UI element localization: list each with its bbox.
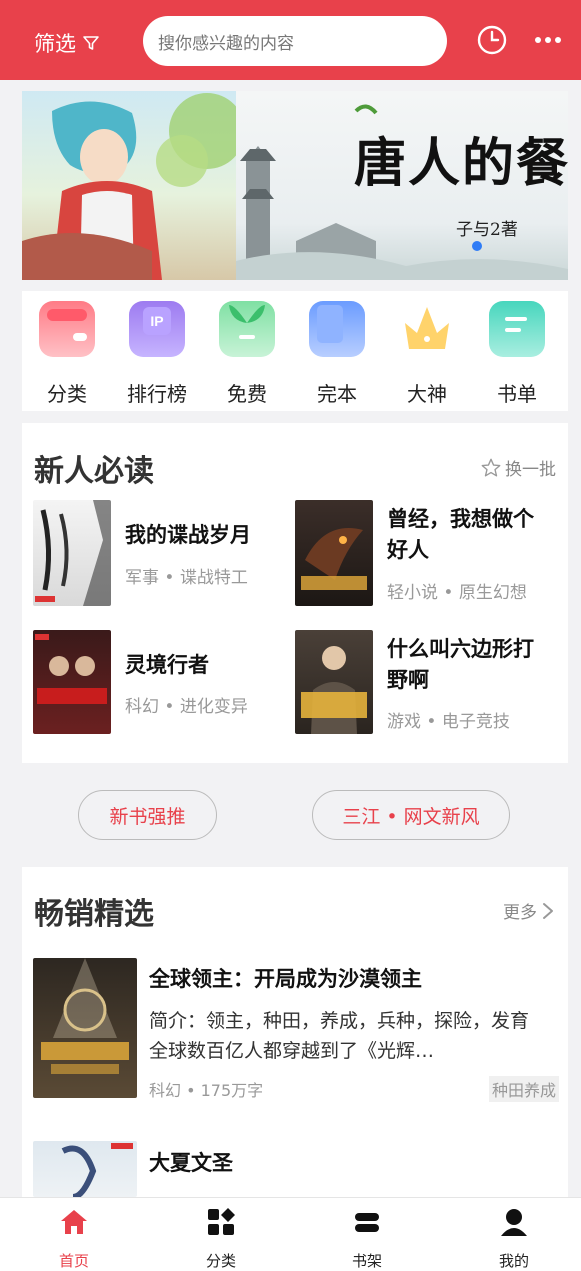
tab-label: 首页 xyxy=(58,1252,89,1270)
category-entry-ranking[interactable]: IP 排行榜 xyxy=(112,301,202,407)
bookshelf-icon xyxy=(355,1213,379,1232)
more-label: 更多 xyxy=(503,903,537,923)
book-meta: 军事 • 谍战特工 xyxy=(125,568,248,588)
book-cover xyxy=(33,958,137,1098)
ranking-label: 排行榜 xyxy=(127,382,187,406)
banner-illustration-character xyxy=(22,91,245,280)
new-book-push-button[interactable]: 新书强推 xyxy=(78,790,217,840)
tab-label: 分类 xyxy=(205,1252,236,1270)
star-outline-icon xyxy=(481,458,501,476)
book-cover xyxy=(33,1141,137,1197)
newbie-section: 新人必读 换一批 我的谍战岁月 军事 • 谍战特工 曾经，我想做个好人 轻小说 … xyxy=(22,423,568,763)
book-cover xyxy=(295,630,373,734)
book-title: 全球领主：开局成为沙漠领主 xyxy=(149,967,422,991)
completed-label: 完本 xyxy=(317,382,357,406)
booklist-label: 书单 xyxy=(497,382,537,406)
more-button[interactable]: 更多 xyxy=(503,898,556,923)
book-card[interactable]: 什么叫六边形打野啊 游戏 • 电子竞技 xyxy=(295,630,555,736)
section-title: 新人必读 xyxy=(34,454,154,489)
free-label: 免费 xyxy=(227,382,267,406)
grid-icon xyxy=(208,1208,235,1235)
book-card[interactable]: 灵境行者 科幻 • 进化变异 xyxy=(33,630,293,736)
tab-home[interactable]: 首页 xyxy=(34,1206,114,1271)
category-entry-booklist[interactable]: 书单 xyxy=(472,301,562,407)
sanjiang-button[interactable]: 三江 • 网文新风 xyxy=(312,790,510,840)
history-clock-icon[interactable] xyxy=(474,22,510,58)
completed-icon xyxy=(309,301,365,357)
book-meta: 科幻 • 进化变异 xyxy=(125,697,248,717)
book-title: 我的谍战岁月 xyxy=(125,523,251,547)
category-entry-free[interactable]: 免费 xyxy=(202,301,292,407)
booklist-icon xyxy=(489,301,545,357)
user-icon xyxy=(501,1209,527,1236)
chevron-right-icon xyxy=(543,902,553,919)
more-dots-icon[interactable] xyxy=(530,22,566,58)
banner-title: 唐人的餐 xyxy=(354,133,568,194)
category-label: 分类 xyxy=(47,382,87,406)
book-cover xyxy=(33,500,111,606)
book-meta: 轻小说 • 原生幻想 xyxy=(387,583,527,603)
book-description: 简介：领主，种田，养成，兵种，探险，发育 全球数百亿人都穿越到了《光辉… xyxy=(149,1010,530,1062)
tab-label: 我的 xyxy=(498,1252,529,1270)
section-title: 畅销精选 xyxy=(34,897,154,932)
category-entry-master[interactable]: 大神 xyxy=(382,301,472,407)
ranking-icon: IP xyxy=(129,301,185,357)
crown-icon xyxy=(399,301,455,357)
book-title: 什么叫六边形打野啊 xyxy=(387,637,534,692)
book-card[interactable]: 我的谍战岁月 军事 • 谍战特工 xyxy=(33,500,293,606)
tab-profile[interactable]: 我的 xyxy=(474,1206,554,1271)
book-title: 大夏文圣 xyxy=(149,1151,233,1175)
book-title: 曾经，我想做个好人 xyxy=(387,507,534,562)
banner-illustration-scenery: 唐人的餐 子与2著 xyxy=(236,91,568,280)
book-cover xyxy=(295,500,373,606)
bottom-tab-bar: 首页 分类 书架 我的 xyxy=(0,1197,581,1271)
book-meta: 游戏 • 电子竞技 xyxy=(387,712,510,732)
book-card[interactable]: 曾经，我想做个好人 轻小说 • 原生幻想 xyxy=(295,500,555,606)
promo-banner[interactable]: 唐人的餐 子与2著 xyxy=(22,91,568,280)
search-placeholder: 搜你感兴趣的内容 xyxy=(158,33,294,54)
book-cover xyxy=(33,630,111,734)
category-icon xyxy=(39,301,95,357)
home-icon xyxy=(61,1210,87,1234)
book-meta: 科幻 • 175万字 xyxy=(149,1081,264,1100)
tab-label: 书架 xyxy=(351,1252,382,1270)
free-icon xyxy=(219,301,275,357)
book-tag: 种田养成 xyxy=(488,1076,559,1102)
refresh-label: 换一批 xyxy=(505,460,556,480)
quick-category-bar: 分类 IP 排行榜 免费 完本 大神 书单 xyxy=(22,291,568,411)
banner-indicator xyxy=(472,241,482,251)
search-input[interactable]: 搜你感兴趣的内容 xyxy=(143,16,447,66)
book-title: 灵境行者 xyxy=(125,653,209,677)
tab-bookshelf[interactable]: 书架 xyxy=(327,1206,407,1271)
filter-button[interactable]: 筛选 xyxy=(34,28,100,58)
master-label: 大神 xyxy=(407,382,447,406)
filter-label: 筛选 xyxy=(34,32,76,56)
filter-icon xyxy=(83,36,99,50)
category-entry-completed[interactable]: 完本 xyxy=(292,301,382,407)
top-bar: 筛选 搜你感兴趣的内容 xyxy=(0,0,581,80)
banner-author: 子与2著 xyxy=(456,220,518,240)
tab-category[interactable]: 分类 xyxy=(181,1206,261,1271)
refresh-button[interactable]: 换一批 xyxy=(480,455,556,480)
category-entry-classify[interactable]: 分类 xyxy=(22,301,112,407)
